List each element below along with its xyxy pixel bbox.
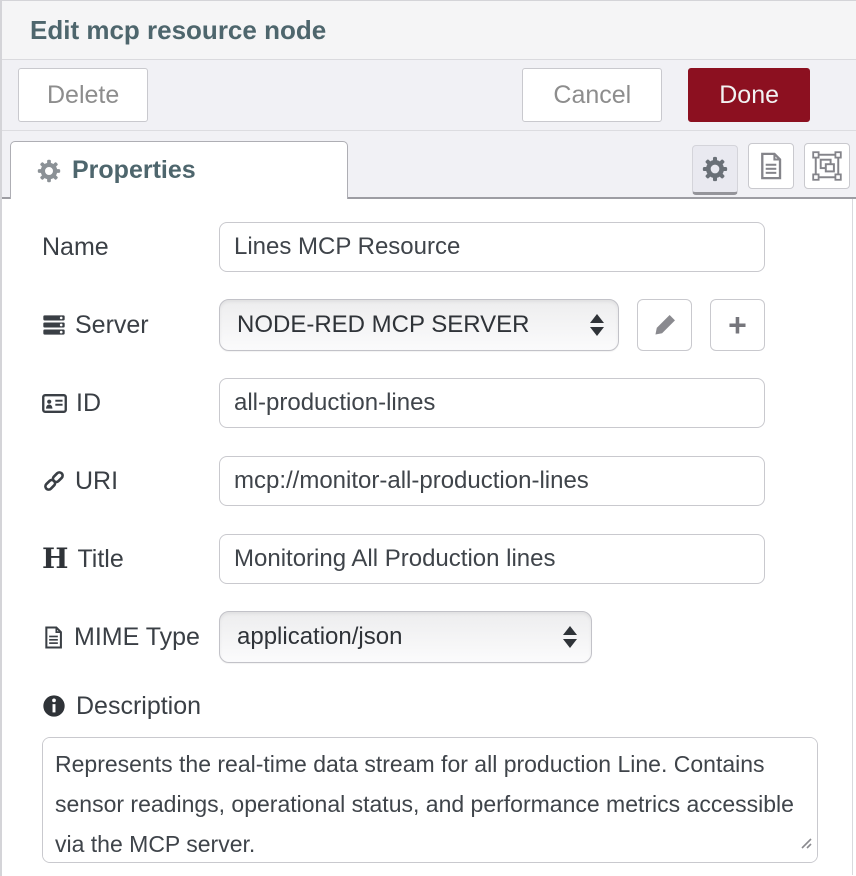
server-icon: [42, 313, 66, 337]
id-input[interactable]: [219, 378, 765, 428]
server-select-value: NODE-RED MCP SERVER: [237, 311, 530, 339]
select-arrows-icon: [563, 626, 577, 648]
mime-type-select[interactable]: application/json: [219, 611, 592, 663]
field-row-id: ID: [42, 377, 852, 429]
cancel-button[interactable]: Cancel: [522, 68, 662, 122]
file-lines-icon: [42, 626, 65, 649]
properties-form: Name: [2, 199, 853, 875]
edit-node-dialog: Edit mcp resource node Delete Cancel Don…: [0, 0, 856, 876]
tab-properties[interactable]: Properties: [10, 141, 348, 199]
dialog-title: Edit mcp resource node: [30, 15, 326, 46]
mime-label: MIME Type: [42, 623, 219, 652]
edit-server-button[interactable]: [637, 299, 692, 351]
dialog-header: Edit mcp resource node: [2, 1, 856, 60]
done-button[interactable]: Done: [688, 68, 810, 122]
server-label: Server: [42, 311, 219, 340]
id-card-icon: [42, 391, 67, 416]
server-select[interactable]: NODE-RED MCP SERVER: [219, 299, 619, 351]
field-row-name: Name: [42, 221, 852, 273]
gear-icon: [702, 156, 728, 182]
tab-properties-label: Properties: [72, 156, 196, 185]
info-icon: [42, 694, 66, 718]
title-input[interactable]: [219, 534, 765, 584]
action-bar: Delete Cancel Done: [2, 60, 856, 131]
description-textarea[interactable]: Represents the real-time data stream for…: [42, 737, 818, 863]
field-row-uri: URI: [42, 455, 852, 507]
id-label: ID: [42, 389, 219, 418]
description-label: Description: [42, 689, 852, 723]
tab-button-properties[interactable]: [692, 145, 738, 195]
tab-button-appearance[interactable]: [804, 143, 850, 189]
plus-icon: +: [728, 309, 747, 341]
object-group-icon: [812, 151, 842, 181]
delete-button[interactable]: Delete: [18, 68, 148, 122]
link-icon: [42, 469, 66, 493]
pencil-icon: [652, 312, 678, 338]
field-row-mime: MIME Type application/json: [42, 611, 852, 663]
tab-button-description[interactable]: [748, 143, 794, 189]
description-field: Represents the real-time data stream for…: [42, 737, 818, 863]
gear-icon: [37, 159, 61, 183]
field-row-title: H Title: [42, 533, 852, 585]
title-label: H Title: [42, 545, 219, 574]
add-server-button[interactable]: +: [710, 299, 765, 351]
select-arrows-icon: [590, 314, 604, 336]
name-label: Name: [42, 233, 219, 262]
tab-bar: Properties: [2, 131, 856, 199]
field-row-server: Server NODE-RED MCP SERVER +: [42, 299, 852, 351]
name-input[interactable]: [219, 222, 765, 272]
uri-input[interactable]: [219, 456, 765, 506]
mime-select-value: application/json: [237, 623, 402, 651]
uri-label: URI: [42, 467, 219, 496]
document-icon: [757, 152, 785, 180]
heading-icon: H: [42, 545, 68, 573]
